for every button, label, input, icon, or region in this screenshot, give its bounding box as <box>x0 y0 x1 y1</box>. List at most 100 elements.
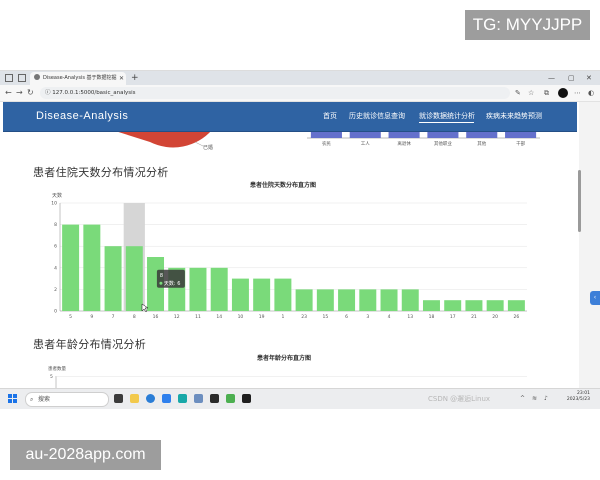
top-bar-label: 其他职业 <box>434 140 452 147</box>
close-tab-icon[interactable]: ✕ <box>119 72 124 85</box>
profile-avatar[interactable] <box>558 88 568 98</box>
pie-label: 已婚 <box>203 144 213 151</box>
bar <box>507 300 525 311</box>
tab-actions-icon[interactable] <box>18 74 26 82</box>
nav-statistics[interactable]: 就诊数据统计分析 <box>419 102 475 130</box>
scrollbar-thumb[interactable] <box>578 170 581 232</box>
bar <box>444 300 462 311</box>
tab-title: Disease-Analysis 基于数据挖掘 <box>43 75 117 81</box>
maximize-icon[interactable]: ▢ <box>568 71 575 85</box>
x-tick-label: 20 <box>492 314 498 320</box>
wifi-icon[interactable]: ≋ <box>532 395 537 403</box>
top-bar-label: 农民 <box>322 140 331 147</box>
bar-tooltip: 8 天数: 6 <box>156 269 185 288</box>
bar <box>83 224 101 311</box>
bar <box>295 289 313 311</box>
edge-icon[interactable] <box>146 394 155 403</box>
more-icon[interactable]: ⋯ <box>574 88 581 98</box>
refresh-icon[interactable]: ↻ <box>27 87 34 99</box>
vertical-scrollbar[interactable] <box>579 102 588 392</box>
age-y-tick: 5 <box>50 374 53 380</box>
app-green-icon[interactable] <box>226 394 235 403</box>
nav-history-query[interactable]: 历史就诊信息查询 <box>349 102 405 130</box>
page-content: 已婚 农民 工人 离退休 其他职业 其他 干部 Disease-Analysis 首页 历… <box>0 102 580 392</box>
x-tick-label: 8 <box>133 314 136 320</box>
url-input[interactable]: ⓘ 127.0.0.1:5000/basic_analysis <box>40 87 510 99</box>
bar <box>401 289 419 311</box>
volume-icon[interactable]: ♪ <box>544 395 548 403</box>
new-tab-button[interactable]: + <box>131 71 139 85</box>
y-tick-label: 10 <box>51 201 57 207</box>
bar <box>231 278 249 311</box>
bar <box>380 289 398 311</box>
workspaces-icon[interactable] <box>5 74 13 82</box>
store-icon[interactable] <box>178 394 187 403</box>
stay-histogram: 天数 5 9 7 8 16 12 11 14 10 19 1 23 15 6 3 4 13 18 17 21 20 26 … <box>51 192 527 320</box>
tooltip-series-name: 天数: <box>164 280 177 287</box>
window-close-icon[interactable]: ✕ <box>586 71 592 85</box>
nav-home[interactable]: 首页 <box>323 102 337 130</box>
task-view-icon[interactable] <box>114 394 123 403</box>
bar <box>253 278 271 311</box>
x-tick-label: 4 <box>388 314 391 320</box>
y-tick-label: 4 <box>54 265 57 271</box>
age-y-axis-label: 患者数量 <box>48 365 66 372</box>
mail-icon[interactable] <box>162 394 171 403</box>
bar <box>189 267 207 311</box>
edit-url-icon[interactable]: ✎ <box>515 88 521 98</box>
tooltip-value: 6 <box>177 281 180 287</box>
taskbar-clock[interactable]: 23:01 2023/5/23 <box>558 391 590 403</box>
pen-icon[interactable] <box>194 394 203 403</box>
forward-icon[interactable]: → <box>16 87 23 99</box>
chevron-up-icon[interactable]: ^ <box>520 395 525 403</box>
file-explorer-icon[interactable] <box>130 394 139 403</box>
bar <box>62 224 80 311</box>
sidebar-toggle-button[interactable]: ‹ <box>590 291 600 305</box>
x-tick-label: 19 <box>259 314 265 320</box>
bar <box>486 300 504 311</box>
y-tick-labels: 0 2 4 6 8 10 <box>51 201 57 315</box>
x-tick-label: 17 <box>450 314 456 320</box>
tooltip-category: 8 <box>160 273 163 279</box>
globe-icon <box>34 74 40 80</box>
collections-icon[interactable]: ⧉ <box>544 88 549 98</box>
pie-label-line <box>194 141 204 147</box>
terminal-icon[interactable] <box>242 394 251 403</box>
pie-slice <box>112 130 212 148</box>
bar <box>422 300 440 311</box>
edge-sidebar-icon[interactable]: ◐ <box>588 88 594 98</box>
minimize-icon[interactable]: — <box>548 71 555 85</box>
browser-tab[interactable]: Disease-Analysis 基于数据挖掘 <box>30 72 126 85</box>
y-axis-label: 天数 <box>52 192 62 199</box>
tab-bar: Disease-Analysis 基于数据挖掘 ✕ + — ▢ ✕ <box>0 71 600 85</box>
y-tick-label: 8 <box>54 222 57 228</box>
taskbar-search[interactable]: ⌕ 搜索 <box>25 392 109 407</box>
site-brand[interactable]: Disease-Analysis <box>36 102 128 130</box>
watermark-top: TG: MYYJJPP <box>465 10 590 40</box>
x-tick-label: 16 <box>153 314 159 320</box>
y-tick-label: 2 <box>54 287 57 293</box>
x-tick-label: 6 <box>345 314 348 320</box>
windows-taskbar: ⌕ 搜索 CSDN @邂逅Linux ^ ≋ ♪ 23:01 2023/5/23 <box>0 388 600 409</box>
top-bar-label: 干部 <box>516 140 525 147</box>
x-tick-label: 21 <box>471 314 477 320</box>
x-tick-label: 10 <box>238 314 244 320</box>
bar <box>316 289 334 311</box>
top-bar-label: 离退休 <box>397 140 411 147</box>
top-navbar: Disease-Analysis 首页 历史就诊信息查询 就诊数据统计分析 疾病… <box>3 102 577 132</box>
x-tick-label: 13 <box>407 314 413 320</box>
browser-window: Disease-Analysis 基于数据挖掘 ✕ + — ▢ ✕ ← → ↻ … <box>0 70 600 408</box>
x-tick-label: 23 <box>301 314 307 320</box>
bar <box>274 278 292 311</box>
x-tick-label: 15 <box>322 314 328 320</box>
back-icon[interactable]: ← <box>5 87 12 99</box>
bar <box>125 246 143 311</box>
bar <box>104 246 122 311</box>
nav-forecast[interactable]: 疾病未来趋势预测 <box>486 102 542 130</box>
search-icon: ⌕ <box>30 396 34 403</box>
pycharm-icon[interactable] <box>210 394 219 403</box>
favorite-icon[interactable]: ☆ <box>528 88 534 98</box>
windows-start-icon[interactable] <box>8 394 17 403</box>
search-label: 搜索 <box>38 396 51 403</box>
address-bar-row: ← → ↻ ⓘ 127.0.0.1:5000/basic_analysis ✎ … <box>0 85 600 102</box>
